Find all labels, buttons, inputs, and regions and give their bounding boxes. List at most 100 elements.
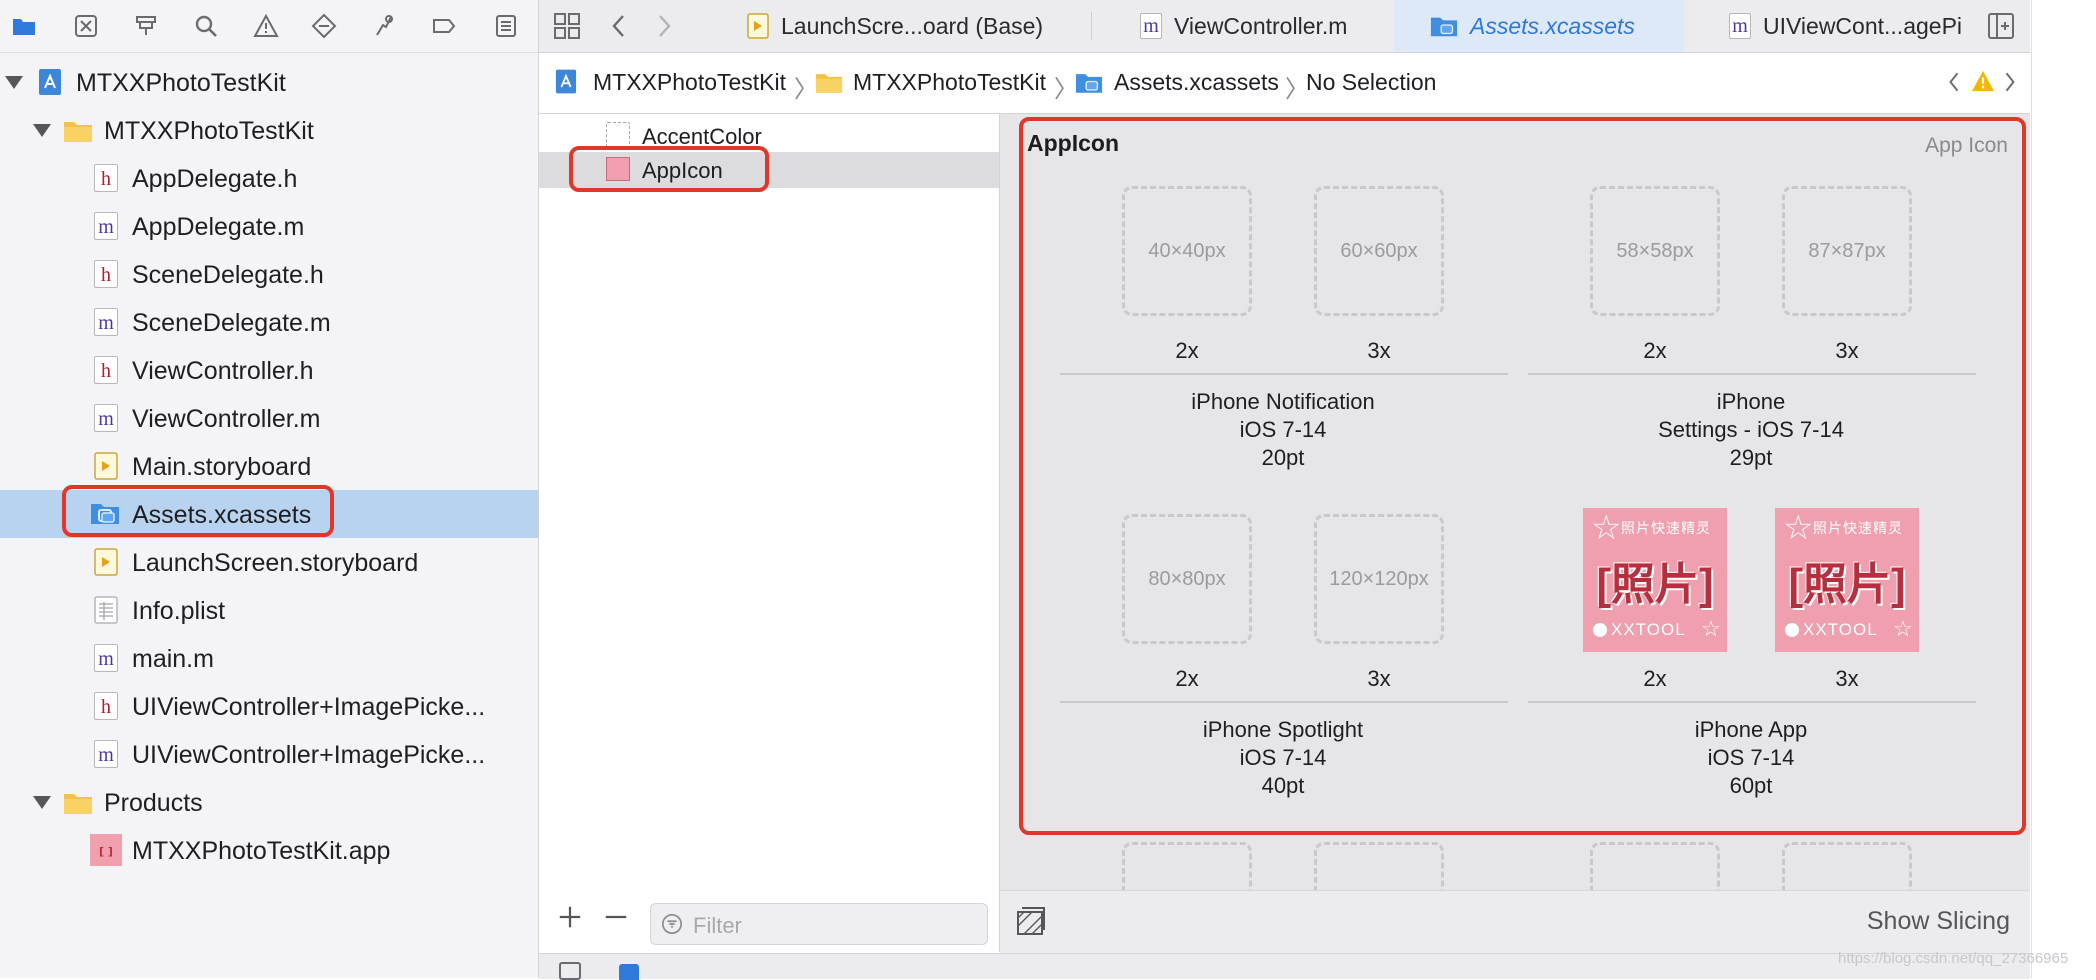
filter-input[interactable]: Filter <box>650 903 988 945</box>
breadcrumb-project[interactable]: MTXXPhotoTestKit <box>593 69 786 96</box>
warning-icon[interactable] <box>250 10 282 42</box>
tree-item-label: SceneDelegate.m <box>132 309 331 337</box>
add-editor-icon[interactable] <box>1987 12 2015 45</box>
tree-item-file[interactable]: h SceneDelegate.h <box>0 250 538 298</box>
add-icon[interactable] <box>557 904 583 935</box>
editor-footer: Show Slicing <box>1000 890 2030 953</box>
tree-item-label: LaunchScreen.storyboard <box>132 549 419 577</box>
navigator-toolbar <box>0 0 538 53</box>
tree-item-label: UIViewController+ImagePicke... <box>132 741 486 769</box>
asset-catalog-icon <box>1075 70 1103 100</box>
plist-icon <box>94 596 118 624</box>
objc-file-icon: m <box>94 740 118 768</box>
tree-item-label: Info.plist <box>132 597 226 625</box>
symbol-icon[interactable] <box>130 10 162 42</box>
tree-item-file[interactable]: m main.m <box>0 634 538 682</box>
tree-item-file[interactable]: m UIViewController+ImagePicke... <box>0 730 538 778</box>
folder-icon <box>815 71 843 99</box>
tree-item-file[interactable]: h UIViewController+ImagePicke... <box>0 682 538 730</box>
warning-icon[interactable] <box>1971 70 1995 97</box>
tree-item-label: MTXXPhotoTestKit <box>76 69 286 97</box>
tree-item-file[interactable]: Main.storyboard <box>0 442 538 490</box>
report-icon[interactable] <box>490 10 522 42</box>
source-control-icon[interactable] <box>70 10 102 42</box>
folder-icon <box>63 791 93 815</box>
tab-launchscreen[interactable]: LaunchScre...oard (Base) <box>747 0 1069 52</box>
watermark: https://blog.csdn.net/qq_27366965 <box>1838 950 2069 967</box>
tree-item-file[interactable]: h ViewController.h <box>0 346 538 394</box>
tree-item-label: SceneDelegate.h <box>132 261 324 289</box>
breadcrumb-selection[interactable]: No Selection <box>1306 69 1436 96</box>
tree-item-group[interactable]: MTXXPhotoTestKit <box>0 106 538 154</box>
tree-item-file[interactable]: [ ] MTXXPhotoTestKit.app <box>0 826 538 874</box>
svg-text:[ ]: [ ] <box>99 845 113 858</box>
tree-item-file[interactable]: m AppDelegate.m <box>0 202 538 250</box>
app-icon: [ ] <box>90 834 122 866</box>
filter-placeholder: Filter <box>693 913 742 938</box>
breadcrumb-group[interactable]: MTXXPhotoTestKit <box>853 69 1046 96</box>
next-issue-icon[interactable] <box>2003 69 2017 100</box>
header-file-icon: h <box>94 356 118 384</box>
tree-item-file[interactable]: h AppDelegate.h <box>0 154 538 202</box>
header-file-icon: h <box>94 692 118 720</box>
objc-file-icon: m <box>94 308 118 336</box>
folder-icon <box>63 119 93 143</box>
breakpoint-icon[interactable] <box>428 10 460 42</box>
tree-item-project[interactable]: MTXXPhotoTestKit <box>0 58 538 106</box>
header-file-icon: h <box>94 260 118 288</box>
inspector-edge <box>2031 0 2096 978</box>
asset-catalog-icon <box>1430 17 1458 37</box>
tab-viewcontroller[interactable]: m ViewController.m <box>1140 0 1370 52</box>
tree-item-file[interactable]: m ViewController.m <box>0 394 538 442</box>
grid-view-icon[interactable] <box>553 12 581 45</box>
tree-item-label: MTXXPhotoTestKit.app <box>132 837 391 865</box>
project-icon <box>555 68 577 100</box>
search-icon[interactable] <box>190 10 222 42</box>
disclosure-triangle-icon[interactable] <box>33 796 51 809</box>
previous-issue-icon[interactable] <box>1947 69 1961 100</box>
disclosure-triangle-icon[interactable] <box>5 76 23 89</box>
test-icon[interactable] <box>308 10 340 42</box>
tree-item-label: UIViewController+ImagePicke... <box>132 693 486 721</box>
debug-bar <box>539 953 2030 980</box>
tree-item-file[interactable]: Info.plist <box>0 586 538 634</box>
tree-item-group[interactable]: Products <box>0 778 538 826</box>
highlight-frame-assets <box>62 485 334 537</box>
remove-icon[interactable] <box>603 904 629 935</box>
tree-item-label: AppDelegate.m <box>132 213 305 241</box>
highlight-frame-appicon-editor <box>1019 117 2026 835</box>
hide-debug-icon[interactable] <box>559 962 581 980</box>
project-icon <box>38 68 62 96</box>
header-file-icon: h <box>94 164 118 192</box>
tab-label: Assets.xcassets <box>1470 12 1635 39</box>
objc-file-icon: m <box>94 404 118 432</box>
objc-file-icon: m <box>1729 13 1751 39</box>
filter-icon <box>661 913 683 940</box>
folder-icon[interactable] <box>8 10 40 42</box>
highlight-frame-appicon <box>569 146 769 192</box>
tree-item-file[interactable]: LaunchScreen.storyboard <box>0 538 538 586</box>
objc-file-icon: m <box>1140 13 1162 39</box>
tree-item-label: AppDelegate.h <box>132 165 298 193</box>
forward-arrow-icon[interactable] <box>654 12 674 45</box>
tab-separator <box>1091 12 1092 40</box>
breadcrumb-file[interactable]: Assets.xcassets <box>1114 69 1279 96</box>
show-slicing-button[interactable]: Show Slicing <box>1867 907 2010 936</box>
tab-label: LaunchScre...oard (Base) <box>781 12 1044 39</box>
tab-label: ViewController.m <box>1174 12 1348 39</box>
attributes-inspector-icon[interactable] <box>1016 906 1046 941</box>
tree-item-label: main.m <box>132 645 214 673</box>
asset-editor: AppIcon App Icon 40×40px 60×60px 2x 3x i… <box>1000 114 2030 952</box>
tab-assets[interactable]: Assets.xcassets <box>1394 0 1684 52</box>
tree-item-file[interactable]: m SceneDelegate.m <box>0 298 538 346</box>
disclosure-triangle-icon[interactable] <box>33 124 51 137</box>
back-arrow-icon[interactable] <box>609 12 629 45</box>
jump-bar: MTXXPhotoTestKit 〉 MTXXPhotoTestKit 〉 As… <box>539 53 2030 114</box>
tab-label: UIViewCont...agePi <box>1763 12 1963 39</box>
objc-file-icon: m <box>94 644 118 672</box>
tab-bar: LaunchScre...oard (Base) m ViewControlle… <box>539 0 2030 53</box>
tree-item-label: ViewController.h <box>132 357 314 385</box>
tab-uiviewcontroller[interactable]: m UIViewCont...agePi <box>1729 0 1979 52</box>
objc-file-icon: m <box>94 212 118 240</box>
debug-icon[interactable] <box>368 10 400 42</box>
